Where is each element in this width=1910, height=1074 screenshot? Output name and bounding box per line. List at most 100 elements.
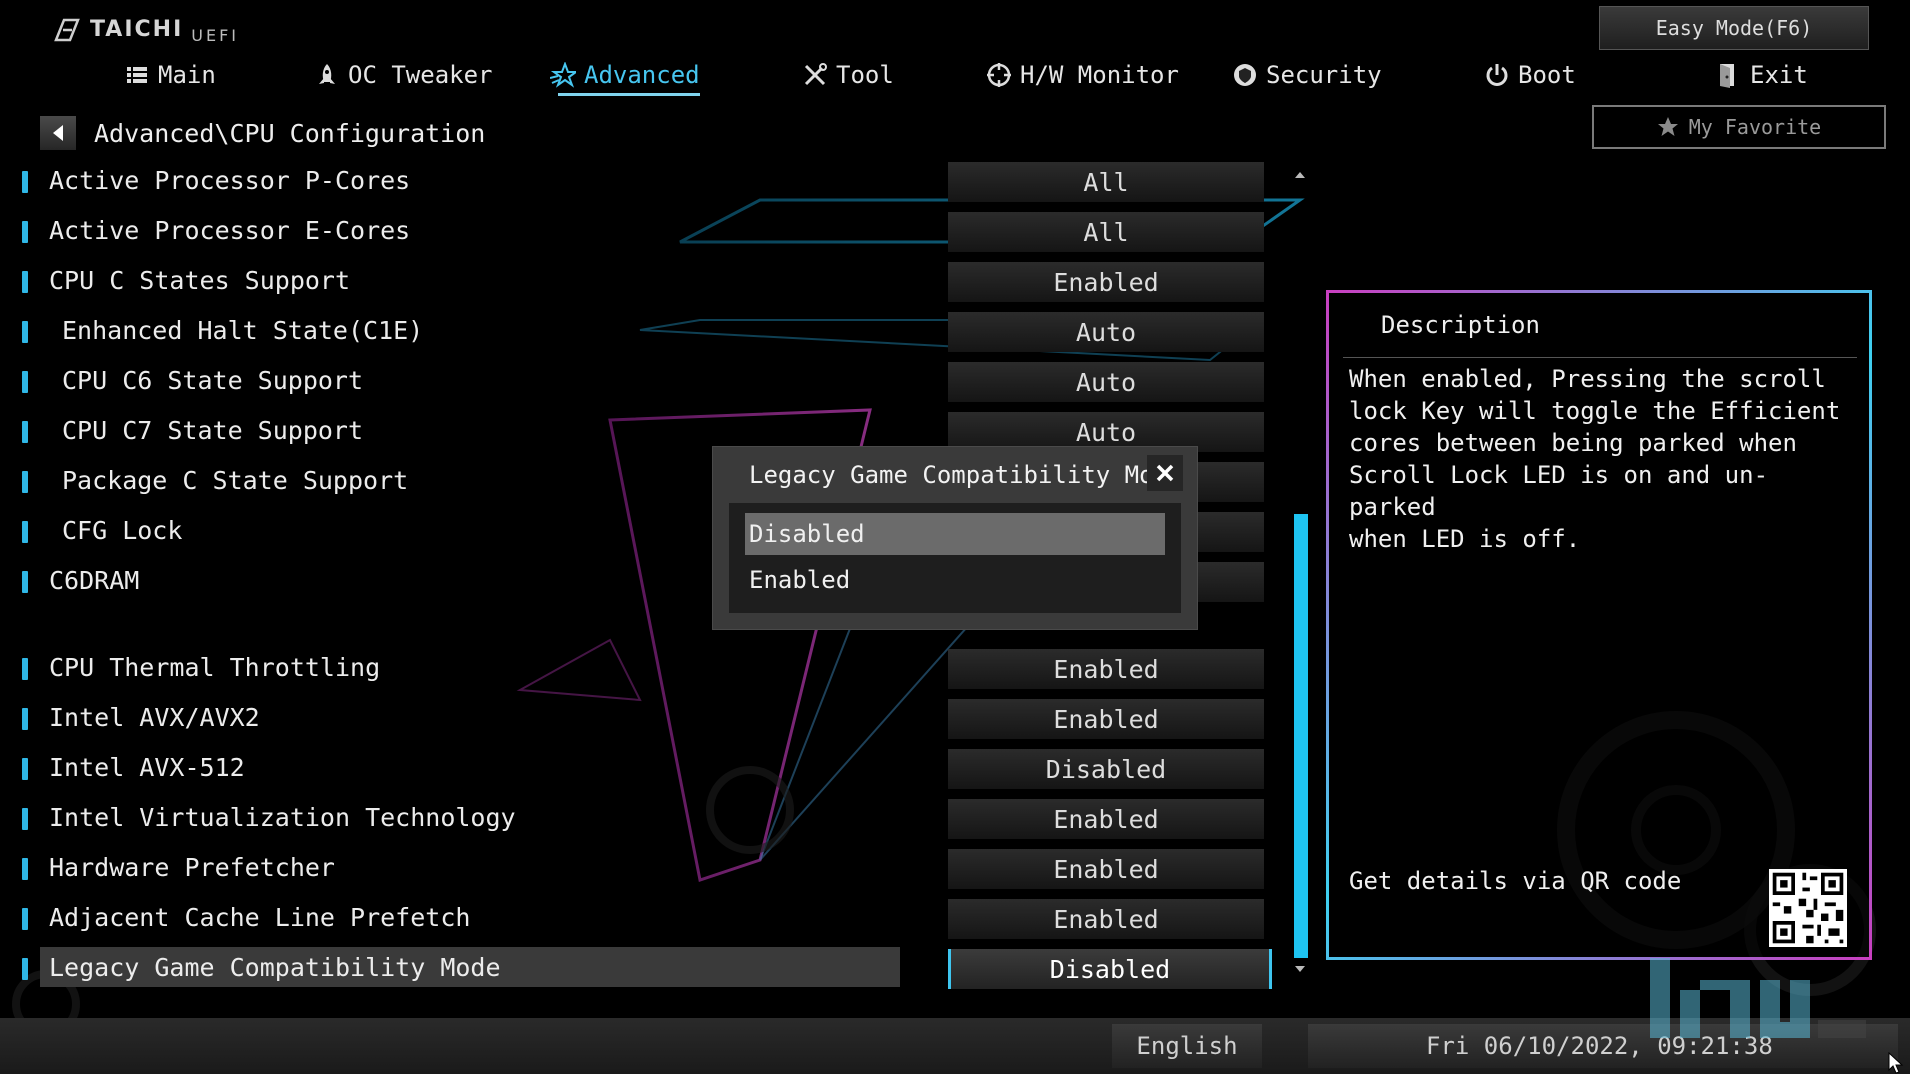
setting-row[interactable]: CPU C States Support Enabled xyxy=(0,260,1300,306)
back-arrow-icon xyxy=(53,125,63,141)
scroll-down-arrow-icon[interactable] xyxy=(1295,966,1305,972)
setting-value[interactable]: Auto xyxy=(948,312,1264,352)
uefi-label: UEFI xyxy=(191,26,240,45)
language-button[interactable]: English xyxy=(1112,1024,1262,1068)
description-text: When enabled, Pressing the scroll lock K… xyxy=(1349,365,1841,553)
tab-exit[interactable]: Exit xyxy=(1716,52,1808,98)
row-marker xyxy=(22,471,28,493)
divider xyxy=(1343,357,1857,358)
taichi-logo: TAICHI UEFI xyxy=(52,14,239,45)
row-marker xyxy=(22,221,28,243)
setting-row[interactable]: Active Processor P-Cores All xyxy=(0,160,1300,206)
setting-row[interactable]: Hardware Prefetcher Enabled xyxy=(0,847,1300,893)
setting-value[interactable]: Disabled xyxy=(948,749,1264,789)
qr-code xyxy=(1769,869,1847,947)
list-icon xyxy=(127,67,147,83)
option-dialog: Legacy Game Compatibility Mode Disabled … xyxy=(712,446,1198,630)
row-marker xyxy=(22,271,28,293)
tab-tool[interactable]: Tool xyxy=(802,52,894,98)
mouse-cursor-icon xyxy=(1888,1052,1904,1074)
option-list: Disabled Enabled xyxy=(729,503,1181,613)
breadcrumb-path: Advanced\CPU Configuration xyxy=(94,118,486,148)
setting-value[interactable]: Enabled xyxy=(948,649,1264,689)
option-enabled[interactable]: Enabled xyxy=(745,559,1165,601)
tab-advanced-label: Advanced xyxy=(584,61,700,89)
setting-label: CPU C7 State Support xyxy=(62,416,364,445)
setting-row[interactable]: CPU Thermal Throttling Enabled xyxy=(0,647,1300,693)
star-icon xyxy=(1657,117,1678,136)
qr-label: Get details via QR code xyxy=(1349,867,1682,895)
row-marker xyxy=(22,571,28,593)
row-marker xyxy=(22,758,28,780)
tab-boot-label: Boot xyxy=(1518,61,1576,89)
setting-row[interactable]: Active Processor E-Cores All xyxy=(0,210,1300,256)
my-favorite-button[interactable]: My Favorite xyxy=(1592,105,1886,149)
tab-main-label: Main xyxy=(158,61,216,89)
my-favorite-label: My Favorite xyxy=(1688,115,1822,139)
brand-name: TAICHI xyxy=(90,17,184,42)
crosshair-icon xyxy=(987,63,1011,87)
setting-value[interactable]: Disabled xyxy=(948,949,1272,989)
scroll-up-arrow-icon[interactable] xyxy=(1295,172,1305,178)
setting-label: CPU C States Support xyxy=(49,266,351,295)
row-marker xyxy=(22,908,28,930)
setting-label: CFG Lock xyxy=(62,516,183,545)
tab-oc-tweaker-label: OC Tweaker xyxy=(348,61,493,89)
tab-boot[interactable]: Boot xyxy=(1484,52,1576,98)
scroll-thumb[interactable] xyxy=(1294,514,1308,958)
close-icon xyxy=(1156,464,1174,482)
setting-value[interactable]: Enabled xyxy=(948,699,1264,739)
setting-label: Active Processor P-Cores xyxy=(49,166,411,195)
row-marker xyxy=(22,421,28,443)
setting-value[interactable]: All xyxy=(948,212,1264,252)
tab-oc-tweaker[interactable]: OC Tweaker xyxy=(314,52,493,98)
setting-row[interactable]: Intel Virtualization Technology Enabled xyxy=(0,797,1300,843)
tab-hw-monitor[interactable]: H/W Monitor xyxy=(986,52,1179,98)
setting-row[interactable]: Intel AVX/AVX2 Enabled xyxy=(0,697,1300,743)
setting-value[interactable]: Auto xyxy=(948,362,1264,402)
close-button[interactable] xyxy=(1147,455,1183,491)
star-icon xyxy=(550,62,576,88)
setting-label: CPU C6 State Support xyxy=(62,366,364,395)
setting-value[interactable]: Enabled xyxy=(948,262,1264,302)
option-disabled[interactable]: Disabled xyxy=(745,513,1165,555)
setting-value[interactable]: All xyxy=(948,162,1264,202)
rocket-icon xyxy=(319,64,335,84)
row-marker xyxy=(22,171,28,193)
back-button[interactable] xyxy=(40,116,76,150)
easy-mode-button[interactable]: Easy Mode(F6) xyxy=(1599,6,1869,50)
setting-row[interactable]: Enhanced Halt State(C1E) Auto xyxy=(0,310,1300,356)
setting-row-selected[interactable]: Legacy Game Compatibility Mode Disabled xyxy=(0,947,1300,993)
setting-row[interactable]: Adjacent Cache Line Prefetch Enabled xyxy=(0,897,1300,943)
setting-label: Legacy Game Compatibility Mode xyxy=(49,953,501,982)
watermark-logo xyxy=(1650,958,1866,1038)
tab-main[interactable]: Main xyxy=(124,52,216,98)
row-marker xyxy=(22,958,28,980)
row-marker xyxy=(22,371,28,393)
setting-value[interactable]: Enabled xyxy=(948,849,1264,889)
setting-label: Enhanced Halt State(C1E) xyxy=(62,316,424,345)
exit-door-icon xyxy=(1720,64,1734,88)
status-bar: English Fri 06/10/2022, 09:21:38 xyxy=(0,1018,1910,1074)
scrollbar[interactable] xyxy=(1294,168,1308,978)
description-title: Description xyxy=(1381,311,1540,339)
tab-advanced[interactable]: Advanced xyxy=(550,52,700,98)
setting-label: Adjacent Cache Line Prefetch xyxy=(49,903,471,932)
setting-label: Package C State Support xyxy=(62,466,409,495)
shield-icon xyxy=(1234,64,1256,86)
tab-hw-monitor-label: H/W Monitor xyxy=(1020,61,1179,89)
tab-security[interactable]: Security xyxy=(1232,52,1382,98)
row-marker xyxy=(22,708,28,730)
tab-security-label: Security xyxy=(1266,61,1382,89)
main-tab-bar: Main OC Tweaker Advanced Tool H/W Monito… xyxy=(0,52,1910,98)
setting-row[interactable]: CPU C6 State Support Auto xyxy=(0,360,1300,406)
setting-label: CPU Thermal Throttling xyxy=(49,653,381,682)
setting-value[interactable]: Enabled xyxy=(948,799,1264,839)
setting-value[interactable]: Enabled xyxy=(948,899,1264,939)
tools-icon xyxy=(804,63,827,86)
setting-label: Active Processor E-Cores xyxy=(49,216,411,245)
breadcrumb: Advanced\CPU Configuration xyxy=(40,116,485,150)
setting-row[interactable]: Intel AVX-512 Disabled xyxy=(0,747,1300,793)
row-marker xyxy=(22,658,28,680)
power-icon xyxy=(1486,64,1508,86)
